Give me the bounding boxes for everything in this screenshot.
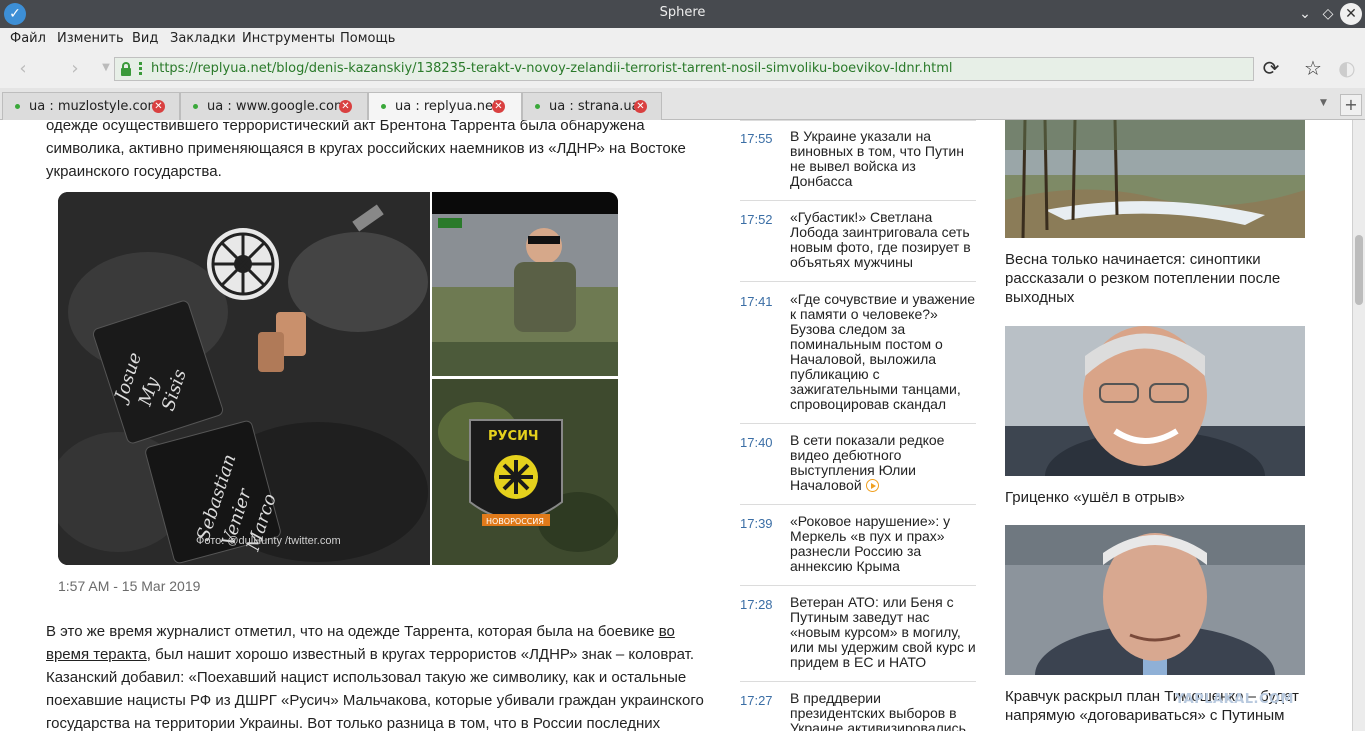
tab-status-icon <box>381 104 386 109</box>
tab-label: ua : strana.ua <box>549 99 640 114</box>
menu-file[interactable]: Файл <box>10 31 46 46</box>
tab-bar: ua : muzlostyle.com ✕ ua : www.google.co… <box>0 88 1365 121</box>
extension-icon[interactable]: ◐ <box>1334 56 1360 80</box>
watermark: YAPLAKAL.COM <box>1175 692 1294 707</box>
photo-credit: Фото: @dulHunty /twitter.com <box>196 535 341 547</box>
forward-button[interactable]: › <box>64 58 86 79</box>
portrait-photo[interactable] <box>1005 525 1305 725</box>
tweet-date: 1:57 AM - 15 Mar 2019 <box>58 578 201 594</box>
tab-replyua[interactable]: ua : replyua.net ✕ <box>368 92 522 121</box>
portrait-photo[interactable] <box>1005 326 1305 521</box>
side-news-card[interactable]: Весна только начинается: синоптики расск… <box>1005 120 1305 307</box>
news-item[interactable]: 17:39 «Роковое нарушение»: у Меркель «в … <box>740 514 976 586</box>
paragraph-text: В это же время журналист отметил, что на… <box>46 623 659 640</box>
rusich-patch-text: РУСИЧ <box>488 429 538 444</box>
article-paragraph: одежде осуществившего террористический а… <box>46 120 686 180</box>
news-headline[interactable]: «Роковое нарушение»: у Меркель «в пух и … <box>790 514 976 574</box>
news-item[interactable]: 17:55 В Украине указали на виновных в то… <box>740 129 976 201</box>
ribbon-text: НОВОРОССИЯ <box>486 517 544 526</box>
back-button[interactable]: ‹ <box>12 58 34 79</box>
menu-help[interactable]: Помощь <box>340 31 395 46</box>
news-divider <box>740 120 976 121</box>
video-play-icon <box>865 479 879 492</box>
news-time: 17:40 <box>740 435 773 450</box>
menu-bar: Файл Изменить Вид Закладки Инструменты П… <box>0 28 1365 50</box>
tweet-photo[interactable]: Josue My Sisis Sebastian Venier Marco РУ… <box>58 192 618 565</box>
tab-close-icon[interactable]: ✕ <box>339 100 352 113</box>
tab-close-icon[interactable]: ✕ <box>492 100 505 113</box>
tab-label: ua : replyua.net <box>395 99 499 114</box>
new-tab-button[interactable]: + <box>1340 94 1362 116</box>
news-time: 17:55 <box>740 131 773 146</box>
news-time: 17:41 <box>740 294 773 309</box>
address-bar[interactable]: https://replyua.net/blog/denis-kazanskiy… <box>114 57 1254 81</box>
vertical-scrollbar[interactable] <box>1352 120 1365 731</box>
tab-strana[interactable]: ua : strana.ua ✕ <box>522 92 662 120</box>
news-item[interactable]: 17:40 В сети показали редкое видео дебют… <box>740 433 976 505</box>
news-item[interactable]: 17:27 В преддверии президентских выборов… <box>740 691 976 731</box>
landscape-photo[interactable] <box>1005 120 1305 239</box>
news-time: 17:52 <box>740 212 773 227</box>
bookmark-star-icon[interactable]: ☆ <box>1300 56 1326 80</box>
side-card-caption[interactable]: Гриценко «ушёл в отрыв» <box>1005 488 1305 507</box>
article-paragraph-2: В это же время журналист отметил, что на… <box>46 620 716 731</box>
tab-muzlostyle[interactable]: ua : muzlostyle.com ✕ <box>2 92 180 120</box>
scrollbar-thumb[interactable] <box>1355 235 1363 305</box>
news-headline[interactable]: В сети показали редкое видео дебютного в… <box>790 433 976 493</box>
window-title: Sphere <box>659 5 706 20</box>
tweet-photo-graphic: Josue My Sisis Sebastian Venier Marco РУ… <box>58 192 618 565</box>
tab-close-icon[interactable]: ✕ <box>634 100 647 113</box>
news-item[interactable]: 17:52 «Губастик!» Светлана Лобода заинтр… <box>740 210 976 282</box>
tab-close-icon[interactable]: ✕ <box>152 100 165 113</box>
news-item[interactable]: 17:28 Ветеран АТО: или Беня с Путиным за… <box>740 595 976 682</box>
tab-status-icon <box>193 104 198 109</box>
side-news-card[interactable]: Гриценко «ушёл в отрыв» <box>1005 326 1305 521</box>
news-headline[interactable]: В преддверии президентских выборов в Укр… <box>790 691 976 731</box>
tab-label: ua : muzlostyle.com <box>29 99 161 114</box>
news-headline[interactable]: В Украине указали на виновных в том, что… <box>790 129 976 189</box>
reload-icon[interactable]: ⟳ <box>1258 56 1284 80</box>
url-text[interactable]: https://replyua.net/blog/denis-kazanskiy… <box>151 61 953 76</box>
minimize-icon[interactable]: ⌄ <box>1294 3 1316 25</box>
news-headline[interactable]: «Где сочувствие и уважение к памяти о че… <box>790 292 976 412</box>
menu-bookmarks[interactable]: Закладки <box>170 31 236 46</box>
tab-scroll-icon[interactable]: ▼ <box>1320 98 1327 108</box>
news-item[interactable]: 17:41 «Где сочувствие и уважение к памят… <box>740 292 976 424</box>
tab-label: ua : www.google.com <box>207 99 347 114</box>
menu-tools[interactable]: Инструменты <box>242 31 335 46</box>
news-time: 17:39 <box>740 516 773 531</box>
site-info-icon[interactable] <box>139 62 142 77</box>
news-time: 17:27 <box>740 693 773 708</box>
tab-status-icon <box>15 104 20 109</box>
menu-view[interactable]: Вид <box>132 31 158 46</box>
menu-edit[interactable]: Изменить <box>57 31 124 46</box>
navigation-bar: ‹ › ▼ https://replyua.net/blog/denis-kaz… <box>0 50 1365 88</box>
lock-icon <box>121 62 131 76</box>
web-page: одежде осуществившего террористический а… <box>0 120 1352 731</box>
tab-status-icon <box>535 104 540 109</box>
title-bar: ✓ Sphere ⌄ ◇ ✕ <box>0 0 1365 28</box>
tab-google[interactable]: ua : www.google.com ✕ <box>180 92 368 120</box>
news-headline[interactable]: Ветеран АТО: или Беня с Путиным заведут … <box>790 595 976 670</box>
maximize-icon[interactable]: ◇ <box>1317 3 1339 25</box>
close-window-icon[interactable]: ✕ <box>1340 3 1362 25</box>
news-time: 17:28 <box>740 597 773 612</box>
news-headline[interactable]: «Губастик!» Светлана Лобода заинтриговал… <box>790 210 976 270</box>
side-card-caption[interactable]: Весна только начинается: синоптики расск… <box>1005 250 1305 307</box>
